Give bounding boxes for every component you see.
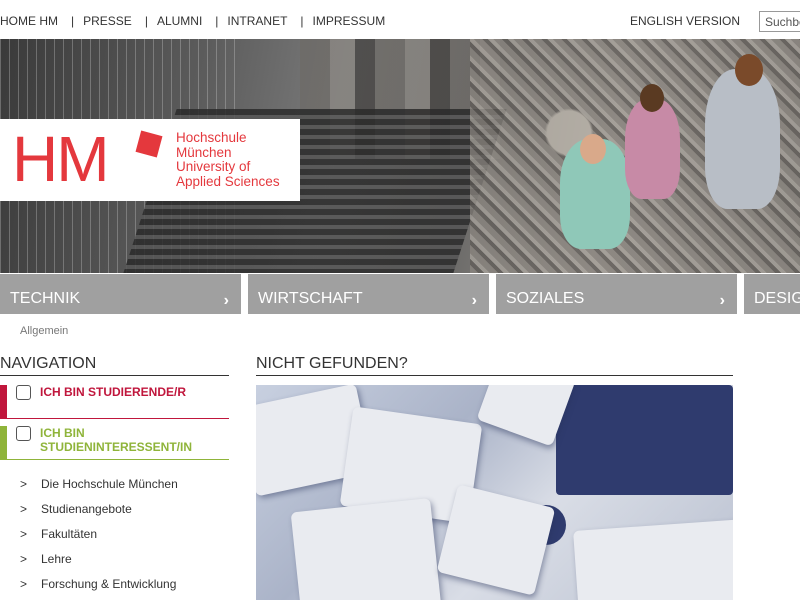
separator: | xyxy=(215,14,219,28)
sidebar-nav-list: > Die Hochschule München > Studienangebote… xyxy=(20,477,178,600)
logo-wordmark: Hochschule München University of Applied… xyxy=(176,130,280,189)
separator: | xyxy=(300,14,304,28)
logo-mark: HM xyxy=(12,123,110,195)
checkbox[interactable] xyxy=(16,426,31,441)
puzzle-gap xyxy=(556,385,733,495)
navigation-heading: NAVIGATION xyxy=(0,355,229,376)
chevron-right-icon: › xyxy=(223,292,229,309)
faculty-label: WIRTSCHAFT xyxy=(258,290,363,307)
chevron-right-icon: › xyxy=(471,292,477,309)
topnav-intranet-link[interactable]: INTRANET xyxy=(227,14,287,28)
chevron-right-icon: › xyxy=(719,292,725,309)
top-navigation: HOME HM | PRESSE | ALUMNI | INTRANET | IMPRESSUM xyxy=(0,14,385,28)
puzzle-image xyxy=(256,385,733,600)
checkbox[interactable] xyxy=(16,385,31,400)
faculty-bar: TECHNIK › WIRTSCHAFT › SOZIALES › DESIGN xyxy=(0,274,800,314)
puzzle-piece xyxy=(290,497,442,600)
logo-line: München xyxy=(176,144,232,160)
chevron-right-icon: > xyxy=(20,552,28,566)
logo-line: Hochschule xyxy=(176,130,247,145)
student-head xyxy=(580,134,606,164)
sidebar-item-label: Die Hochschule München xyxy=(41,477,178,491)
sidebar-item-label: Lehre xyxy=(41,552,72,566)
logo-line: University of xyxy=(176,159,251,174)
sidebar-item-fakultaeten[interactable]: > Fakultäten xyxy=(20,527,178,552)
student-head xyxy=(735,54,763,86)
hm-logo[interactable]: HM Hochschule München University of Appl… xyxy=(0,119,300,201)
breadcrumb[interactable]: Allgemein xyxy=(20,325,68,337)
logo-line: Applied Sciences xyxy=(176,173,280,189)
puzzle-piece xyxy=(573,519,733,600)
hero-image: HM Hochschule München University of Appl… xyxy=(0,39,800,273)
separator: | xyxy=(144,14,148,28)
sidebar-item-forschung[interactable]: > Forschung & Entwicklung xyxy=(20,577,178,600)
sidebar-item-label: Studienangebote xyxy=(41,502,132,516)
role-studierende-toggle[interactable]: ICH BIN STUDIERENDE/R xyxy=(0,385,229,419)
sidebar-item-label: Forschung & Entwicklung xyxy=(41,577,177,591)
chevron-right-icon: > xyxy=(20,502,28,516)
page-title: NICHT GEFUNDEN? xyxy=(256,355,733,376)
role-label: ICH BIN STUDIERENDE/R xyxy=(40,385,187,399)
logo-square-icon xyxy=(135,130,163,158)
faculty-label: SOZIALES xyxy=(506,290,585,307)
sidebar-item-hochschule[interactable]: > Die Hochschule München xyxy=(20,477,178,502)
chevron-right-icon: > xyxy=(20,477,28,491)
faculty-technik-button[interactable]: TECHNIK › xyxy=(0,274,241,314)
chevron-right-icon: > xyxy=(20,577,28,591)
faculty-design-button[interactable]: DESIGN xyxy=(744,274,800,314)
topnav-presse-link[interactable]: PRESSE xyxy=(83,14,132,28)
topnav-alumni-link[interactable]: ALUMNI xyxy=(157,14,202,28)
sidebar-item-studienangebote[interactable]: > Studienangebote xyxy=(20,502,178,527)
sidebar-item-lehre[interactable]: > Lehre xyxy=(20,552,178,577)
topnav-impressum-link[interactable]: IMPRESSUM xyxy=(313,14,386,28)
sidebar-item-label: Fakultäten xyxy=(41,527,98,541)
faculty-label: TECHNIK xyxy=(10,290,81,307)
faculty-label: DESIGN xyxy=(754,290,800,307)
student-figure xyxy=(705,69,780,209)
role-label: ICH BIN STUDIENINTERESSENT/IN xyxy=(40,426,193,454)
separator: | xyxy=(71,14,75,28)
faculty-soziales-button[interactable]: SOZIALES › xyxy=(496,274,737,314)
faculty-wirtschaft-button[interactable]: WIRTSCHAFT › xyxy=(248,274,489,314)
english-version-link[interactable]: ENGLISH VERSION xyxy=(630,14,740,28)
top-bar: HOME HM | PRESSE | ALUMNI | INTRANET | IMPRESSUM… xyxy=(0,0,800,39)
student-figure xyxy=(625,99,680,199)
puzzle-piece xyxy=(436,484,556,596)
student-head xyxy=(640,84,664,112)
search-input[interactable] xyxy=(759,11,800,32)
role-studieninteressent-toggle[interactable]: ICH BIN STUDIENINTERESSENT/IN xyxy=(0,426,229,460)
chevron-right-icon: > xyxy=(20,527,28,541)
topnav-home-link[interactable]: HOME HM xyxy=(0,14,58,28)
